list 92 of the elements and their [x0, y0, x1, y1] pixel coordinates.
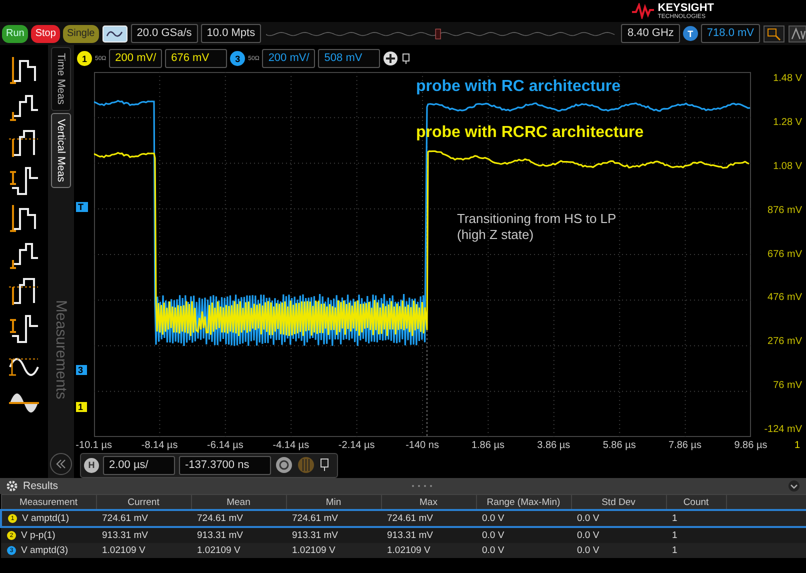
side-tab[interactable]: Time Meas [51, 47, 71, 111]
axis-label: 1.28 V [773, 116, 802, 130]
timebase-delay-field[interactable]: -137.3700 ns [179, 456, 271, 474]
stop-button[interactable]: Stop [31, 24, 60, 42]
column-header[interactable]: Mean [191, 494, 286, 510]
pin-icon[interactable] [319, 458, 331, 472]
timebase-scale-field[interactable]: 2.00 µs/ [103, 456, 175, 474]
channel-marker[interactable]: 3 [76, 365, 88, 375]
axis-label: -124 mV [764, 423, 802, 437]
grip-icon[interactable] [411, 484, 435, 488]
table-cell: 1.02109 V [102, 545, 146, 556]
table-cell: 0.0 V [577, 530, 600, 541]
scale-field[interactable]: 200 mV/ [262, 49, 316, 68]
offset-field[interactable]: 508 mV [318, 49, 380, 68]
table-cell: 1.02109 V [387, 545, 430, 556]
table-cell: 913.31 mV [102, 530, 148, 541]
table-cell: 0.0 V [577, 545, 600, 556]
bandwidth-field[interactable]: 8.40 GHz [621, 24, 680, 43]
memory-depth-field[interactable]: 10.0 Mpts [200, 24, 262, 43]
table-cell: 724.61 mV [102, 513, 148, 524]
collapse-button[interactable] [50, 453, 72, 475]
table-cell: V amptd(1) [22, 513, 69, 524]
axis-label: 7.86 µs [668, 440, 703, 450]
table-cell: 0.0 V [482, 530, 504, 541]
table-cell: 1 [672, 545, 678, 556]
measure-icon[interactable] [788, 24, 806, 42]
table-cell: 913.31 mV [387, 530, 433, 541]
chevron-icon [56, 459, 66, 469]
axis-label: 9.86 µs [733, 440, 768, 450]
axis-label: 5.86 µs [602, 440, 637, 450]
channel-badge[interactable]: 3 [230, 51, 246, 66]
axis-label: 1 [794, 440, 801, 450]
axis-label: -4.14 µs [272, 440, 310, 450]
table-cell: V p-p(1) [21, 530, 56, 541]
axis-label: 3.86 µs [536, 440, 572, 450]
table-cell: 1 [672, 530, 678, 541]
offset-field[interactable]: 676 mV [165, 49, 228, 68]
column-header[interactable]: Current [96, 494, 191, 510]
axis-label: 276 mV [768, 335, 802, 350]
trigger-level-field[interactable]: 718.0 mV [700, 24, 760, 43]
brand-name: KEYSIGHT [658, 2, 714, 14]
table-cell: 913.31 mV [197, 530, 243, 541]
table-cell: 1.02109 V [197, 545, 240, 556]
measurement-icon[interactable] [8, 164, 40, 198]
table-cell: 0.0 V [482, 513, 504, 524]
column-header[interactable]: Max [381, 494, 476, 510]
axis-label: 76 mV [773, 379, 802, 394]
sample-rate-field[interactable]: 20.0 GSa/s [130, 24, 198, 43]
logo-icon [630, 3, 655, 19]
column-header[interactable]: Range (Max-Min) [476, 494, 571, 510]
channel-badge[interactable]: 1 [77, 51, 92, 66]
table-cell: 0.0 V [482, 545, 504, 556]
axis-label: -140 ns [404, 440, 440, 450]
annotation-note: Transitioning from HS to LP (high Z state) [457, 211, 617, 244]
table-cell: 1 [672, 513, 678, 524]
axis-label: -6.14 µs [206, 440, 244, 450]
add-icon[interactable] [383, 51, 398, 66]
column-header[interactable]: Count [666, 494, 726, 510]
panel-title: Results [23, 480, 58, 492]
table-cell: 724.61 mV [292, 513, 338, 524]
axis-label: 1.08 V [773, 160, 802, 174]
table-cell: 1.02109 V [292, 545, 336, 556]
chevron-icon[interactable] [788, 480, 800, 492]
axis-label: -2.14 µs [337, 440, 376, 450]
table-cell: 724.61 mV [197, 513, 243, 524]
column-header[interactable]: Measurement [1, 494, 96, 510]
table-cell: 0.0 V [577, 513, 600, 524]
axis-label: -8.14 µs [140, 440, 179, 450]
side-tab[interactable]: Vertical Meas [51, 112, 71, 188]
settings-icon[interactable] [6, 480, 18, 492]
measurement-icon[interactable] [8, 312, 40, 346]
panel-title: Measurements [52, 300, 70, 399]
axis-label: 1.48 V [773, 72, 802, 86]
channel-marker[interactable]: 1 [76, 402, 88, 412]
column-header[interactable]: Min [286, 494, 381, 510]
axis-label: 876 mV [768, 204, 802, 218]
horizontal-badge[interactable]: H [84, 458, 99, 472]
axis-label: -10.1 µs [74, 440, 114, 450]
display-icon[interactable] [102, 24, 128, 42]
single-button[interactable]: Single [62, 24, 99, 42]
table-cell: 724.61 mV [387, 513, 433, 524]
trigger-badge[interactable]: T [682, 26, 698, 41]
scale-field[interactable]: 200 mV/ [109, 49, 162, 68]
table-cell: V amptd(3) [21, 545, 68, 556]
column-header[interactable]: Std Dev [571, 494, 666, 510]
table-cell: 913.31 mV [292, 530, 338, 541]
channel-marker[interactable]: T [76, 202, 88, 212]
pin-icon[interactable] [401, 52, 412, 64]
trace-label: probe with RC architecture [416, 78, 620, 96]
axis-label: 676 mV [768, 248, 802, 262]
axis-label: 476 mV [768, 291, 802, 306]
axis-label: 1.86 µs [470, 440, 506, 450]
